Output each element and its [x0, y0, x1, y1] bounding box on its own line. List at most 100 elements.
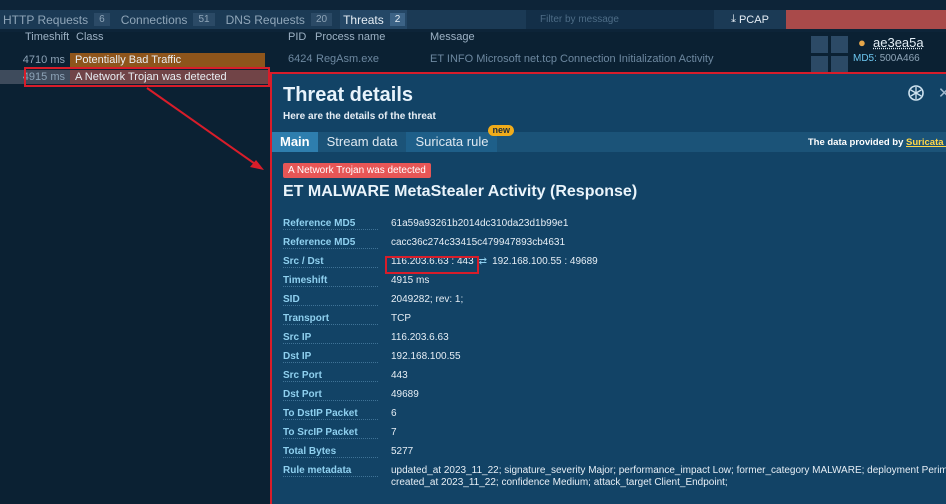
- new-badge: new: [488, 125, 514, 136]
- detail-value: 4915 ms: [391, 275, 430, 286]
- detail-row: Reference MD5 cacc36c274c33415c479947893…: [272, 237, 946, 253]
- row-class: Potentially Bad Traffic: [70, 53, 265, 67]
- filter-input[interactable]: Filter by message: [526, 10, 714, 29]
- detail-key: Timeshift: [283, 275, 378, 287]
- detail-key: Reference MD5: [283, 218, 378, 230]
- location-pin-icon: ●: [858, 35, 866, 50]
- swap-icon: ⇄: [478, 256, 488, 267]
- detail-value: 5277: [391, 446, 414, 457]
- row-pid: 6424: [288, 53, 313, 65]
- panel-title: Threat details: [283, 84, 414, 106]
- tab-label: HTTP Requests: [3, 12, 89, 27]
- detail-value: 61a59a93261b2014dc310da23d1b99e1: [391, 218, 569, 229]
- col-message[interactable]: Message: [430, 31, 475, 43]
- detail-value: updated_at 2023_11_22; signature_severit…: [391, 465, 946, 476]
- md5-value: 500A466: [879, 53, 920, 64]
- detail-row: Transport TCP: [272, 313, 946, 329]
- tab-http-requests[interactable]: HTTP Requests 6: [0, 10, 118, 29]
- detail-value: TCP: [391, 313, 411, 324]
- detail-value: 2049282; rev: 1;: [391, 294, 464, 305]
- close-icon[interactable]: ✕: [938, 84, 946, 102]
- tab-label: Connections: [120, 12, 188, 27]
- detail-key: Total Bytes: [283, 446, 378, 458]
- detail-row: Reference MD5 61a59a93261b2014dc310da23d…: [272, 218, 946, 234]
- detail-key: Src Port: [283, 370, 378, 382]
- detail-key: Rule metadata: [283, 465, 378, 477]
- app-root: HTTP Requests 6 Connections 51 DNS Reque…: [0, 0, 946, 504]
- tab-count: 20: [310, 13, 333, 26]
- detail-row: Total Bytes 5277: [272, 446, 946, 462]
- windows-logo-icon: [811, 36, 848, 73]
- panel-tabs: Main Stream data Suricata rule new The d…: [272, 125, 946, 152]
- detail-row: Timeshift 4915 ms: [272, 275, 946, 291]
- detail-value: 7: [391, 427, 397, 438]
- table-header: Timeshift Class PID Process name Message: [0, 31, 790, 44]
- pcap-label: PCAP: [738, 13, 769, 26]
- detail-row: SID 2049282; rev: 1;: [272, 294, 946, 310]
- col-pid[interactable]: PID: [288, 31, 306, 43]
- top-tab-bar: HTTP Requests 6 Connections 51 DNS Reque…: [0, 0, 946, 32]
- detail-row-src-dst: Src / Dst 116.203.6.63 : 443 ⇄ 192.168.100…: [272, 256, 946, 272]
- detail-key: Src IP: [283, 332, 378, 344]
- detail-row: To DstIP Packet 6: [272, 408, 946, 424]
- detail-key: Dst Port: [283, 389, 378, 401]
- detail-key: SID: [283, 294, 378, 306]
- row-message: ET INFO Microsoft net.tcp Connection Ini…: [430, 53, 714, 65]
- panel-subtitle: Here are the details of the threat: [283, 111, 436, 122]
- tab-label: Threats: [343, 12, 384, 27]
- sample-name-link[interactable]: ae3ea5a: [873, 35, 924, 50]
- col-timeshift[interactable]: Timeshift: [25, 31, 69, 43]
- tab-count: 2: [389, 13, 406, 26]
- provider-text: The data provided by: [807, 136, 904, 148]
- tab-threats[interactable]: Threats 2: [340, 10, 408, 29]
- tab-label: DNS Requests: [225, 12, 305, 27]
- detail-value: 443: [391, 370, 408, 381]
- highlight-box: [24, 67, 270, 87]
- detail-value: 192.168.100.55: [391, 351, 461, 362]
- tab-count: 51: [193, 13, 215, 26]
- tab-strip: HTTP Requests 6 Connections 51 DNS Reque…: [0, 10, 786, 29]
- provider-link[interactable]: Suricata IDS: [906, 137, 946, 148]
- threat-details-panel: Threat details Here are the details of t…: [270, 72, 946, 504]
- tab-main[interactable]: Main: [272, 132, 318, 152]
- pcap-button[interactable]: ⤓ PCAP: [714, 10, 786, 29]
- provider-credit: The data provided by Suricata IDS: [808, 137, 946, 148]
- detail-key: To SrcIP Packet: [283, 427, 378, 439]
- detail-row-metadata: Rule metadata updated_at 2023_11_22; sig…: [272, 465, 946, 495]
- table-row[interactable]: 4710 ms Potentially Bad Traffic: [0, 53, 270, 67]
- detail-value: 116.203.6.63: [391, 332, 449, 343]
- detail-value: cacc36c274c33415c479947893cb4631: [391, 237, 566, 248]
- col-class[interactable]: Class: [76, 31, 104, 43]
- tab-suricata-rule[interactable]: Suricata rule new: [406, 125, 514, 152]
- detail-value: 49689: [391, 389, 419, 400]
- threat-signature-title: ET MALWARE MetaStealer Activity (Respons…: [283, 183, 638, 200]
- detail-row: Dst Port 49689: [272, 389, 946, 405]
- threat-class-badge: A Network Trojan was detected: [283, 163, 431, 178]
- tab-connections[interactable]: Connections 51: [118, 10, 223, 29]
- detail-value-cont: created_at 2023_11_22; confidence Medium…: [391, 477, 728, 488]
- tab-count: 6: [94, 13, 110, 26]
- detail-key: Src / Dst: [283, 256, 378, 268]
- tab-dns-requests[interactable]: DNS Requests 20: [223, 10, 341, 29]
- md5-line: MD5: 500A466: [853, 53, 920, 64]
- detail-value: 6: [391, 408, 397, 419]
- src-highlight-box: [385, 256, 479, 274]
- download-icon: ⤓: [731, 13, 736, 25]
- detail-key: Dst IP: [283, 351, 378, 363]
- header-strip: [786, 10, 946, 29]
- detail-row: Src Port 443: [272, 370, 946, 386]
- detail-row: Dst IP 192.168.100.55: [272, 351, 946, 367]
- dst-endpoint: 192.168.100.55 : 49689: [492, 256, 598, 267]
- detail-key: Transport: [283, 313, 378, 325]
- row-timeshift: 4710 ms: [22, 54, 65, 66]
- col-process-name[interactable]: Process name: [315, 31, 385, 43]
- md5-label: MD5:: [853, 53, 877, 64]
- row-process: RegAsm.exe: [316, 53, 379, 65]
- detail-row: To SrcIP Packet 7: [272, 427, 946, 443]
- detail-row: Src IP 116.203.6.63: [272, 332, 946, 348]
- chatgpt-icon[interactable]: [906, 83, 926, 103]
- tab-stream-data[interactable]: Stream data: [318, 132, 407, 152]
- detail-key: Reference MD5: [283, 237, 378, 249]
- detail-key: To DstIP Packet: [283, 408, 378, 420]
- tab-label: Suricata rule: [415, 134, 489, 149]
